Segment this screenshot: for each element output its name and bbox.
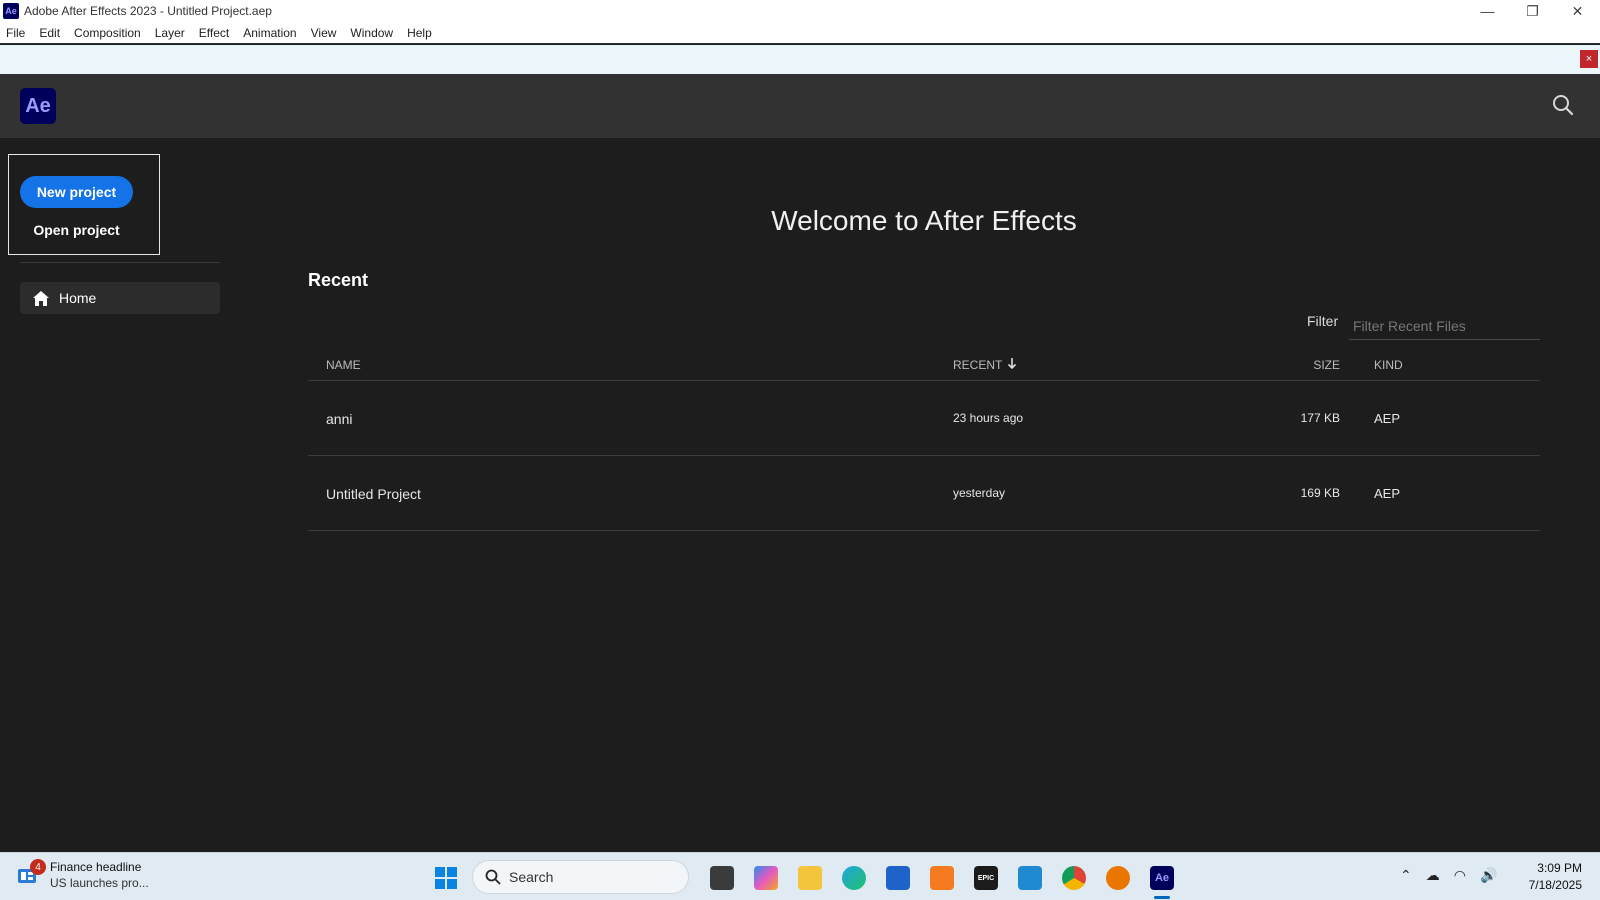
copilot-icon <box>754 866 778 890</box>
chevron-up-icon[interactable]: ⌃ <box>1400 867 1412 884</box>
edge-icon <box>842 866 866 890</box>
widgets-icon: 4 <box>16 859 46 889</box>
start-button[interactable] <box>434 866 458 890</box>
file-size: 177 KB <box>1300 411 1340 425</box>
taskbar-file-manager[interactable] <box>700 861 744 895</box>
taskbar-explorer[interactable] <box>788 861 832 895</box>
restore-button[interactable]: ❐ <box>1510 0 1555 22</box>
news-subtitle: US launches pro... <box>50 876 149 890</box>
volume-icon[interactable]: 🔊 <box>1480 867 1497 884</box>
xampp-icon <box>930 866 954 890</box>
taskbar-copilot[interactable] <box>744 861 788 895</box>
taskbar-store[interactable] <box>876 861 920 895</box>
taskbar-apps: EPIC Ae <box>700 861 1184 899</box>
taskbar-blender[interactable] <box>1096 861 1140 895</box>
store-icon <box>886 866 910 890</box>
after-effects-app-icon: Ae <box>3 3 19 19</box>
recent-files-table: NAME RECENT SIZE KIND anni 23 hours ago … <box>308 354 1540 531</box>
windows-logo-icon <box>435 867 457 889</box>
file-recent: yesterday <box>953 486 1006 500</box>
file-kind: AEP <box>1374 486 1401 501</box>
window-title: Adobe After Effects 2023 - Untitled Proj… <box>24 4 272 18</box>
menu-help[interactable]: Help <box>407 26 432 40</box>
file-recent: 23 hours ago <box>953 411 1024 425</box>
after-effects-icon: Ae <box>1150 866 1174 890</box>
taskbar-search[interactable]: Search <box>472 860 689 894</box>
file-kind: AEP <box>1374 411 1401 426</box>
column-header-name[interactable]: NAME <box>326 358 361 372</box>
file-name: Untitled Project <box>326 486 421 502</box>
system-tray: ⌃ ☁ ◠ 🔊 <box>1400 867 1497 884</box>
menu-effect[interactable]: Effect <box>199 26 229 40</box>
folder-icon <box>798 866 822 890</box>
sidebar-divider <box>20 262 220 263</box>
search-icon <box>485 869 501 885</box>
news-title: Finance headline <box>50 860 142 874</box>
notification-close-button[interactable]: × <box>1580 50 1598 68</box>
menu-bar: File Edit Composition Layer Effect Anima… <box>0 22 1600 44</box>
file-name: anni <box>326 411 353 427</box>
blender-icon <box>1106 866 1130 890</box>
file-size: 169 KB <box>1300 486 1340 500</box>
open-project-button[interactable]: Open project <box>20 216 133 244</box>
window-controls: — ❐ ✕ <box>1465 0 1600 22</box>
search-icon[interactable] <box>1552 94 1574 116</box>
menu-layer[interactable]: Layer <box>155 26 185 40</box>
news-widget[interactable]: 4 Finance headline US launches pro... <box>16 859 149 891</box>
table-header: NAME RECENT SIZE KIND <box>308 354 1540 381</box>
column-header-recent-label: RECENT <box>953 358 1003 372</box>
recent-heading: Recent <box>308 270 369 290</box>
clock-date: 7/18/2025 <box>1528 878 1582 892</box>
taskbar-xampp[interactable] <box>920 861 964 895</box>
sidebar-item-home[interactable]: Home <box>20 282 220 314</box>
filter-label: Filter <box>1307 313 1339 329</box>
notification-bar: × <box>0 45 1600 74</box>
ae-logo: Ae <box>20 88 56 124</box>
sidebar-item-label: Home <box>59 290 97 306</box>
taskbar-epic-games[interactable]: EPIC <box>964 861 1008 895</box>
menu-animation[interactable]: Animation <box>243 26 296 40</box>
welcome-heading: Welcome to After Effects <box>771 205 1077 236</box>
column-header-recent[interactable]: RECENT <box>953 358 1017 372</box>
onedrive-offline-icon[interactable]: ☁ <box>1426 867 1440 884</box>
minimize-button[interactable]: — <box>1465 0 1510 22</box>
menu-edit[interactable]: Edit <box>39 26 60 40</box>
menu-composition[interactable]: Composition <box>74 26 141 40</box>
title-bar: Ae Adobe After Effects 2023 - Untitled P… <box>0 0 1600 22</box>
menu-view[interactable]: View <box>311 26 337 40</box>
wifi-icon[interactable]: ◠ <box>1454 867 1466 884</box>
home-header: Ae <box>0 74 1600 138</box>
table-row[interactable]: anni 23 hours ago 177 KB AEP <box>308 381 1540 456</box>
new-project-button[interactable]: New project <box>20 176 133 208</box>
sidebar-actions: New project Open project <box>8 154 160 255</box>
close-button[interactable]: ✕ <box>1555 0 1600 22</box>
filter-recent-input[interactable] <box>1349 312 1540 340</box>
column-header-kind[interactable]: KIND <box>1374 358 1403 372</box>
taskbar-vscode[interactable] <box>1008 861 1052 895</box>
table-row[interactable]: Untitled Project yesterday 169 KB AEP <box>308 456 1540 531</box>
taskbar: 4 Finance headline US launches pro... Se… <box>0 852 1600 900</box>
sort-down-arrow-icon <box>1008 358 1017 369</box>
chrome-icon <box>1062 866 1086 890</box>
taskbar-after-effects[interactable]: Ae <box>1140 861 1184 899</box>
news-badge: 4 <box>30 859 46 875</box>
home-icon <box>33 290 49 306</box>
news-text: Finance headline US launches pro... <box>50 859 149 891</box>
clock[interactable]: 3:09 PM 7/18/2025 <box>1529 860 1582 894</box>
epic-games-icon: EPIC <box>974 866 998 890</box>
menu-file[interactable]: File <box>6 26 25 40</box>
vscode-icon <box>1018 866 1042 890</box>
taskbar-edge[interactable] <box>832 861 876 895</box>
clock-time: 3:09 PM <box>1537 861 1582 875</box>
menu-window[interactable]: Window <box>350 26 393 40</box>
taskbar-search-label: Search <box>509 869 554 885</box>
column-header-size[interactable]: SIZE <box>1313 358 1340 372</box>
file-manager-icon <box>710 866 734 890</box>
taskbar-chrome[interactable] <box>1052 861 1096 895</box>
